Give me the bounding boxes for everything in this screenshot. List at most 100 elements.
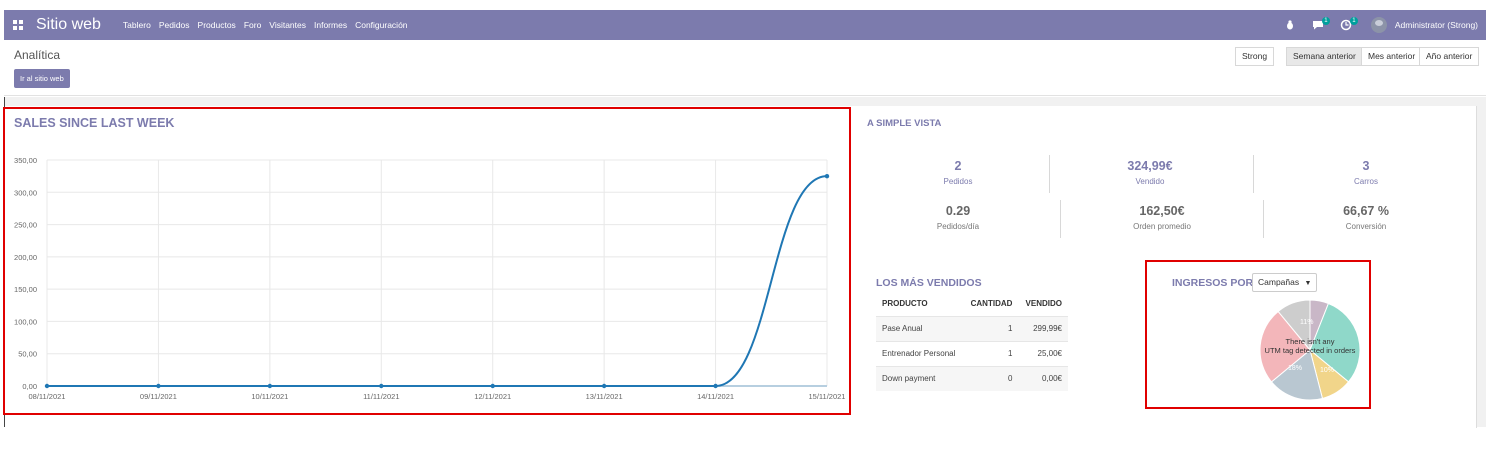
y-tick-label: 100,00: [14, 317, 37, 326]
product-sold: 25,00€: [1018, 340, 1068, 366]
sales-title: SALES SINCE LAST WEEK: [14, 116, 175, 130]
kpi-sold-label: Vendido: [1135, 177, 1165, 186]
y-tick-label: 0,00: [22, 382, 37, 391]
kpi-average-order-label: Orden promedio: [1133, 222, 1191, 231]
kpi-carts-value: 3: [1362, 159, 1370, 173]
product-name: Down payment: [876, 365, 964, 391]
kpi-average-order: 162,50€ Orden promedio: [1112, 204, 1212, 231]
systray: 1 1 Administrator (Strong): [1283, 10, 1478, 40]
kpi-sold-value: 324,99€: [1127, 159, 1173, 173]
kpi-conversion: 66,67 % Conversión: [1316, 204, 1416, 231]
product-sold: 299,99€: [1018, 315, 1068, 341]
best-sellers-title: LOS MÁS VENDIDOS: [876, 277, 982, 289]
menu-item-pedidos[interactable]: Pedidos: [159, 20, 190, 30]
sales-data-point: [713, 383, 718, 389]
period-last-month-button[interactable]: Mes anterior: [1361, 47, 1423, 66]
app-root: Sitio web Tablero Pedidos Productos Foro…: [0, 0, 1486, 455]
empty-utm-line2: UTM tag detected in orders: [1264, 346, 1356, 355]
y-tick-label: 250,00: [14, 221, 37, 230]
chat-icon[interactable]: 1: [1311, 17, 1330, 32]
menu-item-configuracion[interactable]: Configuración: [355, 20, 407, 30]
kpi-conversion-value: 66,67 %: [1343, 204, 1389, 218]
sales-data-point: [44, 383, 50, 389]
y-tick-label: 150,00: [14, 285, 37, 294]
menu-item-productos[interactable]: Productos: [198, 20, 236, 30]
x-tick-label: 14/11/2021: [697, 392, 734, 401]
sales-data-point: [267, 383, 273, 389]
product-quantity: 1: [963, 315, 1019, 341]
kpi-orders-per-day-label: Pedidos/día: [936, 222, 980, 231]
empty-utm-line1: There isn't any: [1285, 337, 1335, 346]
col-quantity: CANTIDAD: [970, 299, 1013, 309]
revenue-dimension-select[interactable]: Campañas ▼: [1252, 273, 1318, 292]
menu-item-tablero[interactable]: Tablero: [123, 20, 151, 30]
pie-slice-label: 18%: [1288, 365, 1302, 372]
product-name: Entrenador Personal: [876, 340, 964, 366]
website-filter-button[interactable]: Strong: [1235, 47, 1275, 66]
user-name[interactable]: Administrator (Strong): [1395, 20, 1478, 30]
x-tick-label: 12/11/2021: [474, 392, 511, 401]
top-navbar: Sitio web Tablero Pedidos Productos Foro…: [4, 10, 1486, 40]
empty-utm-message: There isn't any UTM tag detected in orde…: [1262, 337, 1358, 355]
y-tick-label: 350,00: [14, 156, 37, 165]
menu-item-visitantes[interactable]: Visitantes: [269, 20, 306, 30]
kpi-conversion-label: Conversión: [1345, 222, 1387, 231]
table-row[interactable]: Entrenador Personal 1 25,00€: [876, 340, 1068, 366]
menu-item-foro[interactable]: Foro: [244, 20, 261, 30]
pie-slice-label: 11%: [1300, 319, 1314, 326]
product-quantity: 0: [963, 365, 1019, 391]
chat-badge: 1: [1321, 17, 1330, 25]
caret-down-icon: ▼: [1304, 280, 1312, 287]
product-sold: 0,00€: [1018, 365, 1068, 391]
x-tick-label: 11/11/2021: [363, 392, 399, 401]
col-product: PRODUCTO: [882, 299, 928, 309]
x-tick-label: 09/11/2021: [140, 392, 177, 401]
app-title[interactable]: Sitio web: [36, 16, 101, 34]
apps-icon[interactable]: [10, 17, 26, 33]
table-row[interactable]: Down payment 0 0,00€: [876, 365, 1068, 391]
kpi-carts-label: Carros: [1353, 177, 1378, 186]
y-tick-label: 200,00: [14, 253, 37, 262]
avatar[interactable]: [1370, 17, 1387, 33]
kpi-average-order-value: 162,50€: [1139, 204, 1185, 218]
col-sold: VENDIDO: [1025, 299, 1062, 309]
product-quantity: 1: [963, 340, 1019, 366]
kpi-orders-value: 2: [954, 159, 962, 173]
table-row[interactable]: Pase Anual 1 299,99€: [876, 315, 1068, 341]
kpi-orders-label: Pedidos: [943, 177, 973, 186]
right-border: [1476, 106, 1477, 428]
activity-badge: 1: [1349, 17, 1358, 25]
activity-icon[interactable]: 1: [1339, 17, 1358, 32]
x-tick-label: 13/11/2021: [586, 392, 623, 401]
table-header-row: PRODUCTO CANTIDAD VENDIDO: [876, 292, 1068, 316]
sales-data-point: [156, 383, 161, 389]
kpi-divider: [1263, 200, 1264, 238]
control-panel: Analítica Ir al sitio web Strong Semana …: [4, 40, 1486, 96]
period-last-year-button[interactable]: Año anterior: [1419, 47, 1480, 66]
kpi-orders[interactable]: 2 Pedidos: [908, 159, 1008, 186]
x-tick-label: 08/11/2021: [29, 392, 66, 401]
sales-data-point: [824, 173, 830, 179]
sales-line-chart: 0,00 50,00 100,00 150,00 200,00 250,00 300,00 3…: [14, 156, 846, 401]
glance-title: A SIMPLE VISTA: [867, 118, 942, 129]
kpi-divider: [1049, 155, 1050, 193]
bug-icon[interactable]: [1283, 18, 1297, 32]
page-title: Analítica: [14, 48, 61, 62]
pie-slice-label: 10%: [1320, 367, 1334, 374]
kpi-carts[interactable]: 3 Carros: [1316, 159, 1416, 186]
period-last-week-button[interactable]: Semana anterior: [1286, 47, 1363, 66]
x-tick-label: 10/11/2021: [251, 392, 288, 401]
revenue-title: INGRESOS POR: [1172, 277, 1254, 289]
y-tick-label: 300,00: [14, 188, 37, 197]
kpi-orders-per-day: 0.29 Pedidos/día: [908, 204, 1008, 231]
product-name: Pase Anual: [876, 315, 964, 341]
goto-website-button[interactable]: Ir al sitio web: [14, 69, 70, 88]
menu-item-informes[interactable]: Informes: [314, 20, 347, 30]
x-tick-label: 15/11/2021: [809, 392, 846, 401]
kpi-divider: [1060, 200, 1061, 238]
sales-data-point: [379, 383, 384, 389]
sales-data-point: [490, 383, 495, 389]
kpi-divider: [1253, 155, 1254, 193]
kpi-sold[interactable]: 324,99€ Vendido: [1100, 159, 1200, 186]
sales-data-point: [601, 383, 607, 389]
